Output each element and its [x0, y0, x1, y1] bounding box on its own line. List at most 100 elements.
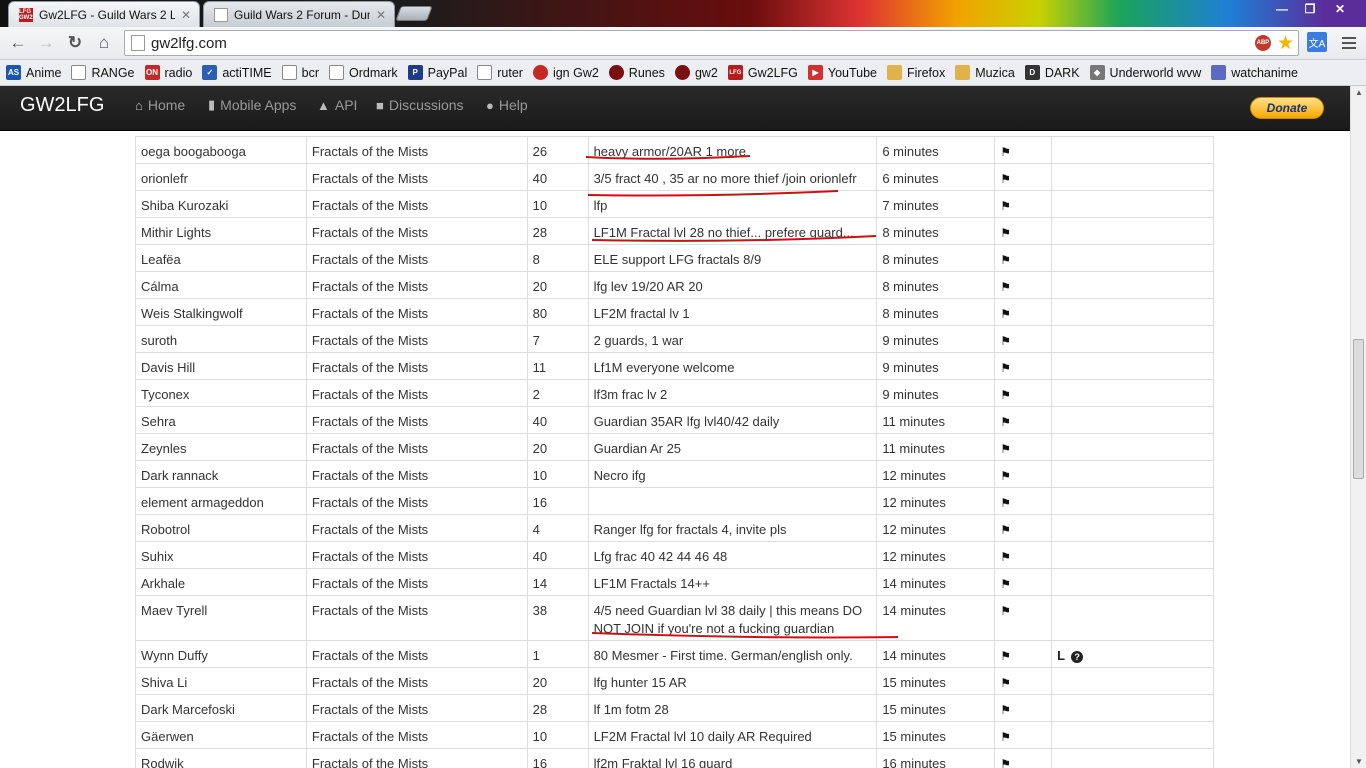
level-cell: 38 [526, 595, 589, 641]
time-cell: 8 minutes [876, 244, 996, 272]
address-bar[interactable]: gw2lfg.com ABP ★ [124, 30, 1299, 56]
message-cell: lfg hunter 15 AR [587, 667, 878, 695]
donate-button[interactable]: Donate [1250, 97, 1324, 119]
table-row: Shiba Kurozaki Fractals of the Mists 10 lfp… [135, 190, 1214, 218]
bookmark-bcr[interactable]: bcr [281, 65, 319, 80]
tab-title: Gw2LFG - Guild Wars 2 Lo [39, 7, 175, 22]
nav-discussions[interactable]: ■ Discussions [376, 97, 464, 113]
site-brand[interactable]: GW2LFG [20, 94, 104, 117]
translate-icon[interactable]: 文A [1307, 32, 1327, 52]
report-cell: ⚑ [994, 352, 1053, 380]
close-window-icon[interactable]: ✕ [1326, 0, 1354, 18]
flag-icon[interactable]: ⚑ [1000, 523, 1011, 537]
bookmark-firefox[interactable]: Firefox [887, 65, 945, 80]
nav-help[interactable]: ● Help [486, 97, 528, 113]
tab-forum[interactable]: Guild Wars 2 Forum - Dun ✕ [203, 1, 395, 27]
minimize-icon[interactable]: — [1268, 0, 1296, 18]
flag-icon[interactable]: ⚑ [1000, 649, 1011, 663]
restore-icon[interactable]: ❐ [1296, 0, 1324, 18]
flag-icon[interactable]: ⚑ [1000, 496, 1011, 510]
reload-icon[interactable]: ↻ [62, 31, 88, 55]
flag-icon[interactable]: ⚑ [1000, 145, 1011, 159]
adblock-icon[interactable]: ABP [1254, 35, 1271, 51]
bookmark-gw2[interactable]: gw2 [674, 65, 718, 80]
nav-mobile-apps[interactable]: ▮ Mobile Apps [208, 97, 296, 113]
time-cell: 8 minutes [876, 217, 996, 245]
flag-icon[interactable]: ⚑ [1000, 226, 1011, 240]
bookmark-watchanime[interactable]: watchanime [1211, 65, 1298, 80]
flag-icon[interactable]: ⚑ [1000, 469, 1011, 483]
flag-icon[interactable]: ⚑ [1000, 604, 1011, 618]
message-cell [587, 487, 878, 515]
bookmark-ruter[interactable]: ruter [477, 65, 523, 80]
time-cell: 15 minutes [876, 694, 996, 722]
flag-icon[interactable]: ⚑ [1000, 253, 1011, 267]
bookmark-actitime[interactable]: ✓ actiTIME [202, 65, 272, 80]
bookmark-radio[interactable]: ON radio [144, 65, 192, 80]
bookmark-ordmark[interactable]: Ordmark [329, 65, 398, 80]
bookmark-gw2lfg[interactable]: LFG Gw2LFG [727, 65, 798, 80]
flag-icon[interactable]: ⚑ [1000, 757, 1011, 768]
table-row: Mithir Lights Fractals of the Mists 28 LF1M… [135, 217, 1214, 245]
scrollbar-thumb[interactable] [1353, 339, 1364, 479]
bookmark-muzica[interactable]: Muzica [955, 65, 1015, 80]
page-scrollbar[interactable]: ▲ ▼ [1350, 86, 1366, 768]
level-cell: 16 [526, 748, 589, 768]
nav-home[interactable]: ⌂ Home [135, 97, 185, 113]
close-tab-icon[interactable]: ✕ [181, 8, 191, 22]
bookmark-anime[interactable]: AS Anime [6, 65, 61, 80]
flag-icon[interactable]: ⚑ [1000, 172, 1011, 186]
flag-icon[interactable]: ⚑ [1000, 703, 1011, 717]
player-name-cell: Cálma [135, 271, 307, 299]
time-cell: 14 minutes [876, 595, 996, 641]
flag-icon[interactable]: ⚑ [1000, 199, 1011, 213]
flag-icon[interactable]: ⚑ [1000, 550, 1011, 564]
flag-icon[interactable]: ⚑ [1000, 307, 1011, 321]
message-cell: Guardian Ar 25 [587, 433, 878, 461]
flag-icon[interactable]: ⚑ [1000, 577, 1011, 591]
flag-icon[interactable]: ⚑ [1000, 676, 1011, 690]
page-icon [477, 65, 493, 80]
extra-cell [1051, 460, 1214, 488]
menu-icon[interactable] [1340, 34, 1358, 52]
scroll-up-icon[interactable]: ▲ [1355, 88, 1363, 97]
flag-icon[interactable]: ⚑ [1000, 280, 1011, 294]
flag-icon[interactable]: ⚑ [1000, 361, 1011, 375]
question-icon[interactable]: ? [1071, 650, 1084, 663]
new-tab-button[interactable] [395, 6, 433, 21]
level-cell: 20 [526, 667, 589, 695]
bookmark-paypal[interactable]: P PayPal [407, 65, 467, 80]
bookmark-ign-gw2[interactable]: ign Gw2 [532, 65, 599, 80]
bookmark-label: Runes [628, 65, 665, 80]
home-icon[interactable]: ⌂ [91, 31, 117, 55]
bookmark-star-icon[interactable]: ★ [1277, 32, 1294, 55]
level-cell: 40 [526, 163, 589, 191]
table-row: Leafëa Fractals of the Mists 8 ELE support … [135, 244, 1214, 272]
gw2-icon [608, 65, 624, 80]
flag-icon[interactable]: ⚑ [1000, 415, 1011, 429]
bookmark-range[interactable]: RANGe [71, 65, 135, 80]
bookmark-dark[interactable]: D DARK [1024, 65, 1080, 80]
report-cell: ⚑ [994, 487, 1053, 515]
back-icon[interactable]: ← [5, 31, 31, 55]
bookmark-runes[interactable]: Runes [608, 65, 665, 80]
dungeon-cell: Fractals of the Mists [305, 694, 528, 722]
flag-icon[interactable]: ⚑ [1000, 334, 1011, 348]
url-text[interactable]: gw2lfg.com [151, 35, 1255, 52]
flag-icon[interactable]: ⚑ [1000, 730, 1011, 744]
flag-icon[interactable]: ⚑ [1000, 442, 1011, 456]
player-name-cell: suroth [135, 325, 307, 353]
as-icon: AS [6, 65, 21, 80]
scroll-down-icon[interactable]: ▼ [1355, 757, 1363, 766]
bookmark-youtube[interactable]: ▶ YouTube [807, 65, 877, 80]
dungeon-cell: Fractals of the Mists [305, 460, 528, 488]
underworld-icon: ◆ [1089, 65, 1105, 80]
forward-icon[interactable]: → [33, 31, 59, 55]
flag-icon[interactable]: ⚑ [1000, 388, 1011, 402]
report-cell: ⚑ [994, 568, 1053, 596]
tab-gw2lfg[interactable]: LFG GW2 Gw2LFG - Guild Wars 2 Lo ✕ [8, 1, 200, 27]
nav-api[interactable]: ▲ API [317, 97, 357, 113]
player-name-cell: oega boogabooga [135, 136, 307, 164]
bookmark-underworld[interactable]: ◆ Underworld wvw [1089, 65, 1201, 80]
close-tab-icon[interactable]: ✕ [376, 8, 386, 22]
